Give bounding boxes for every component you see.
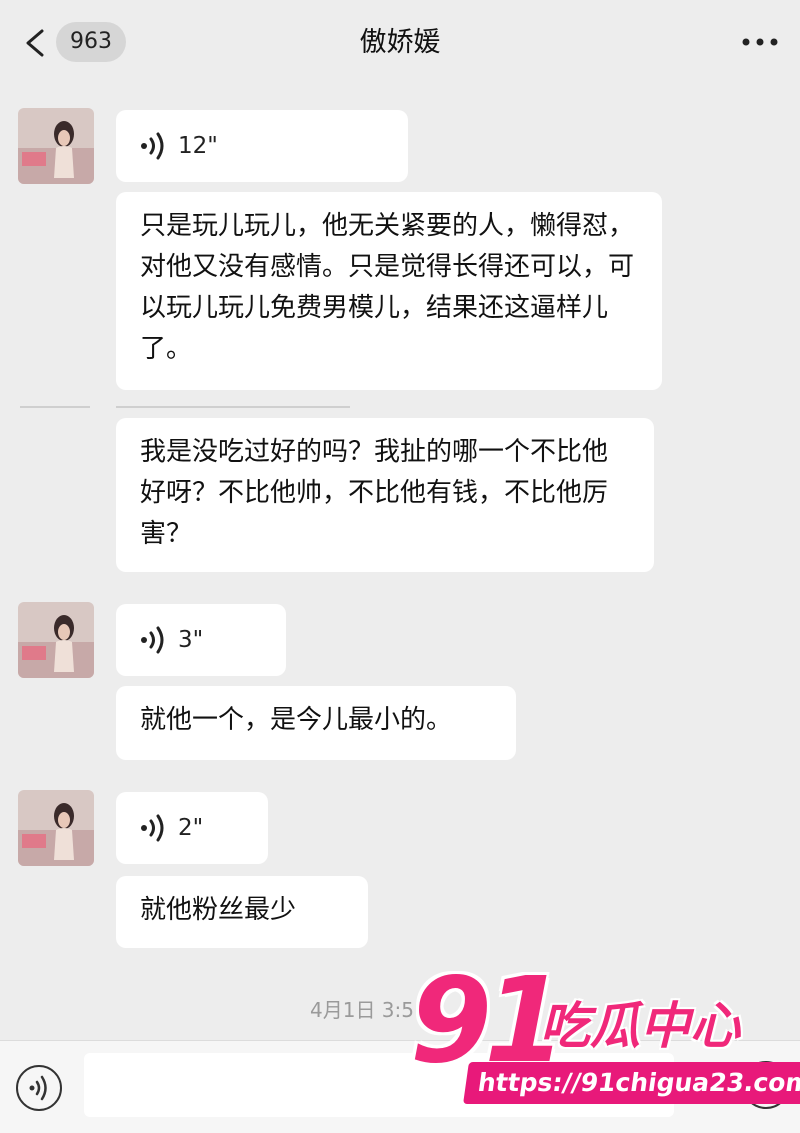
voice-duration: 3" bbox=[178, 627, 204, 653]
chat-title: 傲娇媛 bbox=[359, 27, 441, 58]
voice-input-toggle[interactable] bbox=[16, 1065, 62, 1111]
text-message-bubble[interactable]: 就他一个，是今儿最小的。 bbox=[116, 686, 516, 760]
more-options-icon[interactable] bbox=[738, 30, 782, 54]
watermark-brand: 吃瓜中心 bbox=[540, 997, 740, 1055]
voice-message-bubble[interactable]: 3" bbox=[116, 604, 286, 676]
divider bbox=[116, 406, 350, 408]
avatar[interactable] bbox=[18, 602, 94, 678]
text-message-bubble[interactable]: 就他粉丝最少 bbox=[116, 876, 368, 948]
watermark: 91 吃瓜中心 https://91chigua23.com bbox=[400, 950, 800, 1132]
text-message-bubble[interactable]: 只是玩儿玩儿，他无关紧要的人，懒得怼，对他又没有感情。只是觉得长得还可以，可以玩… bbox=[116, 192, 662, 390]
voice-wave-icon bbox=[141, 626, 164, 654]
message-text: 就他一个，是今儿最小的。 bbox=[140, 705, 453, 735]
avatar[interactable] bbox=[18, 790, 94, 866]
voice-message-bubble[interactable]: 12" bbox=[116, 110, 408, 182]
avatar-photo bbox=[18, 790, 94, 866]
voice-icon bbox=[29, 1075, 47, 1101]
text-message-bubble[interactable]: 我是没吃过好的吗？我扯的哪一个不比他好呀？不比他帅，不比他有钱，不比他厉害？ bbox=[116, 418, 654, 572]
voice-message-bubble[interactable]: 2" bbox=[116, 792, 268, 864]
message-timestamp: 4月1日 3:5 bbox=[310, 998, 414, 1022]
watermark-url: https://91chigua23.com bbox=[463, 1062, 800, 1104]
avatar[interactable] bbox=[18, 108, 94, 184]
divider bbox=[20, 406, 90, 408]
message-text: 只是玩儿玩儿，他无关紧要的人，懒得怼，对他又没有感情。只是觉得长得还可以，可以玩… bbox=[140, 211, 635, 364]
voice-wave-icon bbox=[141, 814, 164, 842]
message-text: 就他粉丝最少 bbox=[140, 895, 297, 925]
voice-wave-icon bbox=[141, 132, 164, 160]
voice-duration: 12" bbox=[178, 133, 218, 159]
voice-duration: 2" bbox=[178, 815, 204, 841]
message-text: 我是没吃过好的吗？我扯的哪一个不比他好呀？不比他帅，不比他有钱，不比他厉害？ bbox=[140, 437, 609, 549]
chat-header: 963 傲娇媛 bbox=[0, 0, 800, 86]
avatar-photo bbox=[18, 108, 94, 184]
avatar-photo bbox=[18, 602, 94, 678]
